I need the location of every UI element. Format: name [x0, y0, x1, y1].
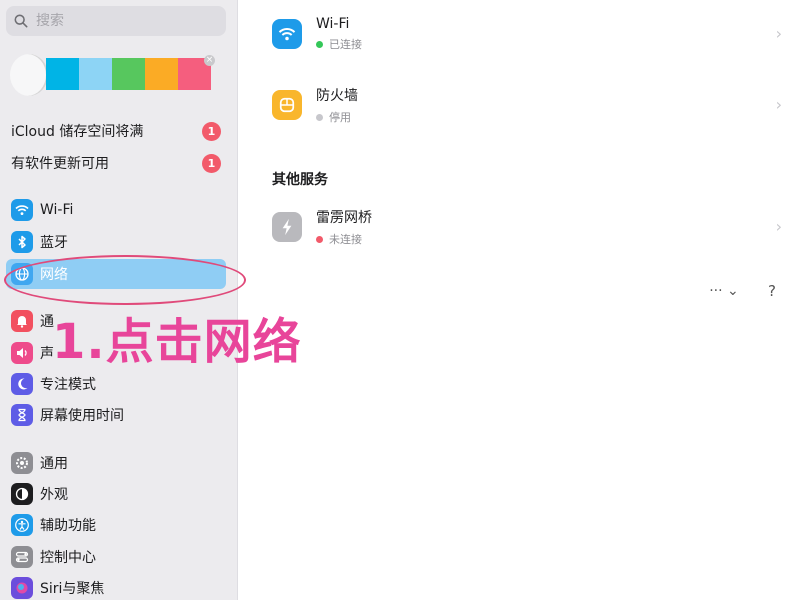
service-name: 雷雳网桥 — [316, 210, 372, 226]
color-bar — [145, 58, 178, 90]
color-bar — [46, 58, 79, 90]
wifi-icon — [11, 199, 33, 221]
notification-badge: 1 — [202, 121, 221, 141]
account-name-redacted — [46, 58, 211, 90]
search-field[interactable] — [6, 6, 226, 36]
siri-icon — [11, 577, 33, 599]
sidebar-item-label: Wi-Fi — [40, 202, 74, 218]
network-settings-panel: Wi-Fi 已连接 › 防火墙 停用 › 其他服务 雷雳网桥 未连接 › ···… — [238, 0, 800, 600]
avatar[interactable] — [10, 54, 48, 96]
sidebar-item-screen-time[interactable]: 屏幕使用时间 — [6, 400, 226, 430]
service-status-text: 未连接 — [329, 233, 362, 246]
sidebar-item-label: Siri与聚焦 — [40, 581, 105, 597]
sidebar-item-appearance[interactable]: 外观 — [6, 479, 226, 509]
service-status: 已连接 — [316, 36, 362, 52]
color-bar — [112, 58, 145, 90]
sidebar-item-network[interactable]: 网络 — [6, 259, 226, 289]
notice-software-update[interactable]: 有软件更新可用 1 — [11, 152, 221, 174]
sidebar-item-label: 外观 — [40, 487, 68, 503]
service-status-text: 已连接 — [329, 38, 362, 51]
bell-icon — [11, 310, 33, 332]
chevron-right-icon: › — [775, 95, 782, 114]
control-center-icon — [11, 546, 33, 568]
service-status: 停用 — [316, 109, 358, 125]
thunderbolt-icon — [272, 212, 302, 242]
service-row-wifi[interactable]: Wi-Fi 已连接 › — [272, 10, 782, 58]
sidebar-item-label: 专注模式 — [40, 377, 96, 393]
color-bar — [79, 58, 112, 90]
service-row-firewall[interactable]: 防火墙 停用 › — [272, 81, 782, 129]
sidebar: × iCloud 储存空间将满 1 有软件更新可用 1 Wi-Fi 蓝牙 网络 … — [0, 0, 238, 600]
accessibility-icon — [11, 514, 33, 536]
notice-label: 有软件更新可用 — [11, 156, 109, 172]
sidebar-item-control-center[interactable]: 控制中心 — [6, 542, 226, 572]
sidebar-item-label: 网络 — [40, 267, 68, 283]
notice-label: iCloud 储存空间将满 — [11, 124, 144, 140]
service-row-thunderbolt-bridge[interactable]: 雷雳网桥 未连接 › — [272, 203, 782, 251]
status-dot — [316, 235, 323, 243]
sidebar-item-bluetooth[interactable]: 蓝牙 — [6, 227, 226, 257]
search-icon — [14, 14, 28, 28]
apple-id-account[interactable]: × — [10, 52, 220, 98]
section-title-other-services: 其他服务 — [272, 172, 328, 188]
search-input[interactable] — [34, 12, 218, 30]
service-name: Wi-Fi — [316, 16, 350, 32]
service-status-text: 停用 — [329, 111, 351, 124]
chevron-right-icon: › — [775, 217, 782, 236]
close-icon[interactable]: × — [204, 55, 215, 66]
sidebar-item-siri[interactable]: Siri与聚焦 — [6, 573, 226, 603]
sidebar-item-label: 通用 — [40, 456, 68, 472]
sidebar-item-label: 屏幕使用时间 — [40, 408, 124, 424]
service-name: 防火墙 — [316, 88, 358, 104]
sidebar-item-label: 控制中心 — [40, 550, 96, 566]
service-status: 未连接 — [316, 231, 372, 247]
sidebar-item-label: 蓝牙 — [40, 235, 68, 251]
globe-icon — [11, 263, 33, 285]
chevron-right-icon: › — [775, 24, 782, 43]
gear-icon — [11, 452, 33, 474]
status-dot — [316, 113, 323, 121]
sidebar-item-wifi[interactable]: Wi-Fi — [6, 195, 226, 225]
wifi-icon — [272, 19, 302, 49]
bluetooth-icon — [11, 231, 33, 253]
sidebar-item-accessibility[interactable]: 辅助功能 — [6, 510, 226, 540]
sidebar-item-general[interactable]: 通用 — [6, 448, 226, 478]
sidebar-item-label: 辅助功能 — [40, 518, 96, 534]
notification-badge: 1 — [202, 153, 221, 173]
notice-icloud-storage[interactable]: iCloud 储存空间将满 1 — [11, 120, 221, 142]
status-dot — [316, 40, 323, 48]
help-button[interactable]: ? — [762, 280, 782, 302]
firewall-icon — [272, 90, 302, 120]
sidebar-item-focus[interactable]: 专注模式 — [6, 369, 226, 399]
more-options-button[interactable]: ··· ⌄ — [704, 280, 744, 302]
appearance-icon — [11, 483, 33, 505]
moon-icon — [11, 373, 33, 395]
speaker-icon — [11, 342, 33, 364]
hourglass-icon — [11, 404, 33, 426]
